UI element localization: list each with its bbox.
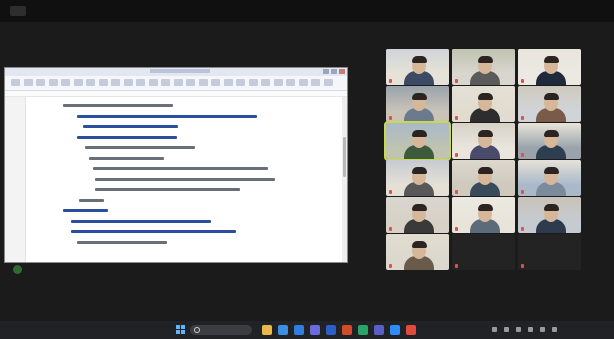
muted-mic-icon: [521, 79, 524, 83]
document-text-line: [83, 125, 178, 128]
participant-tile[interactable]: [518, 160, 581, 196]
document-text-line: [93, 167, 268, 170]
muted-mic-icon: [389, 116, 392, 120]
participant-tile[interactable]: [452, 49, 515, 85]
document-text-line: [77, 240, 167, 244]
muted-mic-icon: [389, 264, 392, 268]
participant-tile[interactable]: [386, 160, 449, 196]
participant-tile[interactable]: [518, 234, 581, 270]
participant-tile[interactable]: [386, 86, 449, 122]
volume-icon[interactable]: [516, 327, 521, 332]
participant-tile[interactable]: [452, 234, 515, 270]
search-icon: [194, 327, 200, 333]
language-icon[interactable]: [540, 327, 545, 332]
meeting-top-bar: [0, 0, 614, 22]
muted-mic-icon: [455, 79, 458, 83]
mail-icon[interactable]: [294, 325, 304, 335]
document-text-line: [89, 156, 164, 160]
start-icon[interactable]: [176, 325, 186, 335]
file-explorer-icon[interactable]: [262, 325, 272, 335]
windows-taskbar: [0, 321, 614, 339]
document-text-line: [77, 135, 177, 139]
participant-tile[interactable]: [452, 160, 515, 196]
muted-mic-icon: [389, 190, 392, 194]
participant-tile[interactable]: [386, 234, 449, 270]
muted-mic-icon: [455, 190, 458, 194]
muted-mic-icon: [521, 264, 524, 268]
document-text-line: [63, 209, 108, 212]
powerpoint-icon[interactable]: [342, 325, 352, 335]
document-text-line: [77, 114, 257, 118]
taskbar-clock[interactable]: [580, 324, 606, 336]
notification-icon[interactable]: [552, 327, 557, 332]
participant-tile[interactable]: [452, 197, 515, 233]
gallery-icon[interactable]: [406, 325, 416, 335]
participant-tile[interactable]: [452, 86, 515, 122]
muted-mic-icon: [455, 116, 458, 120]
muted-mic-icon: [521, 227, 524, 231]
document-text-line: [71, 219, 211, 223]
shared-document-window: [4, 67, 348, 263]
word-icon[interactable]: [326, 325, 336, 335]
muted-mic-icon: [455, 153, 458, 157]
security-icon[interactable]: [10, 6, 26, 16]
zoom-icon[interactable]: [390, 325, 400, 335]
participant-tile[interactable]: [386, 197, 449, 233]
muted-mic-icon: [521, 190, 524, 194]
chevron-up-icon[interactable]: [492, 327, 497, 332]
participant-tile[interactable]: [386, 49, 449, 85]
participant-tile[interactable]: [518, 123, 581, 159]
annotate-pen-icon[interactable]: [13, 265, 22, 274]
document-text-line: [79, 198, 104, 202]
taskbar-search-box[interactable]: [190, 325, 252, 335]
document-text-line: [71, 230, 236, 233]
muted-mic-icon: [521, 116, 524, 120]
muted-mic-icon: [389, 227, 392, 231]
network-icon[interactable]: [504, 327, 509, 332]
document-text-line: [95, 188, 240, 191]
participant-tile[interactable]: [452, 123, 515, 159]
chat-icon[interactable]: [358, 325, 368, 335]
document-text-line: [85, 146, 195, 149]
document-text-line: [63, 104, 173, 107]
browser-icon[interactable]: [278, 325, 288, 335]
participant-tile[interactable]: [518, 49, 581, 85]
teams-icon[interactable]: [374, 325, 384, 335]
document-body[interactable]: [5, 68, 347, 262]
participant-tile[interactable]: [518, 86, 581, 122]
participant-tile[interactable]: [384, 121, 451, 161]
muted-mic-icon: [455, 264, 458, 268]
muted-mic-icon: [521, 153, 524, 157]
store-icon[interactable]: [310, 325, 320, 335]
participant-tile[interactable]: [518, 197, 581, 233]
document-text-line: [95, 177, 275, 181]
muted-mic-icon: [389, 79, 392, 83]
muted-mic-icon: [455, 227, 458, 231]
battery-icon[interactable]: [528, 327, 533, 332]
